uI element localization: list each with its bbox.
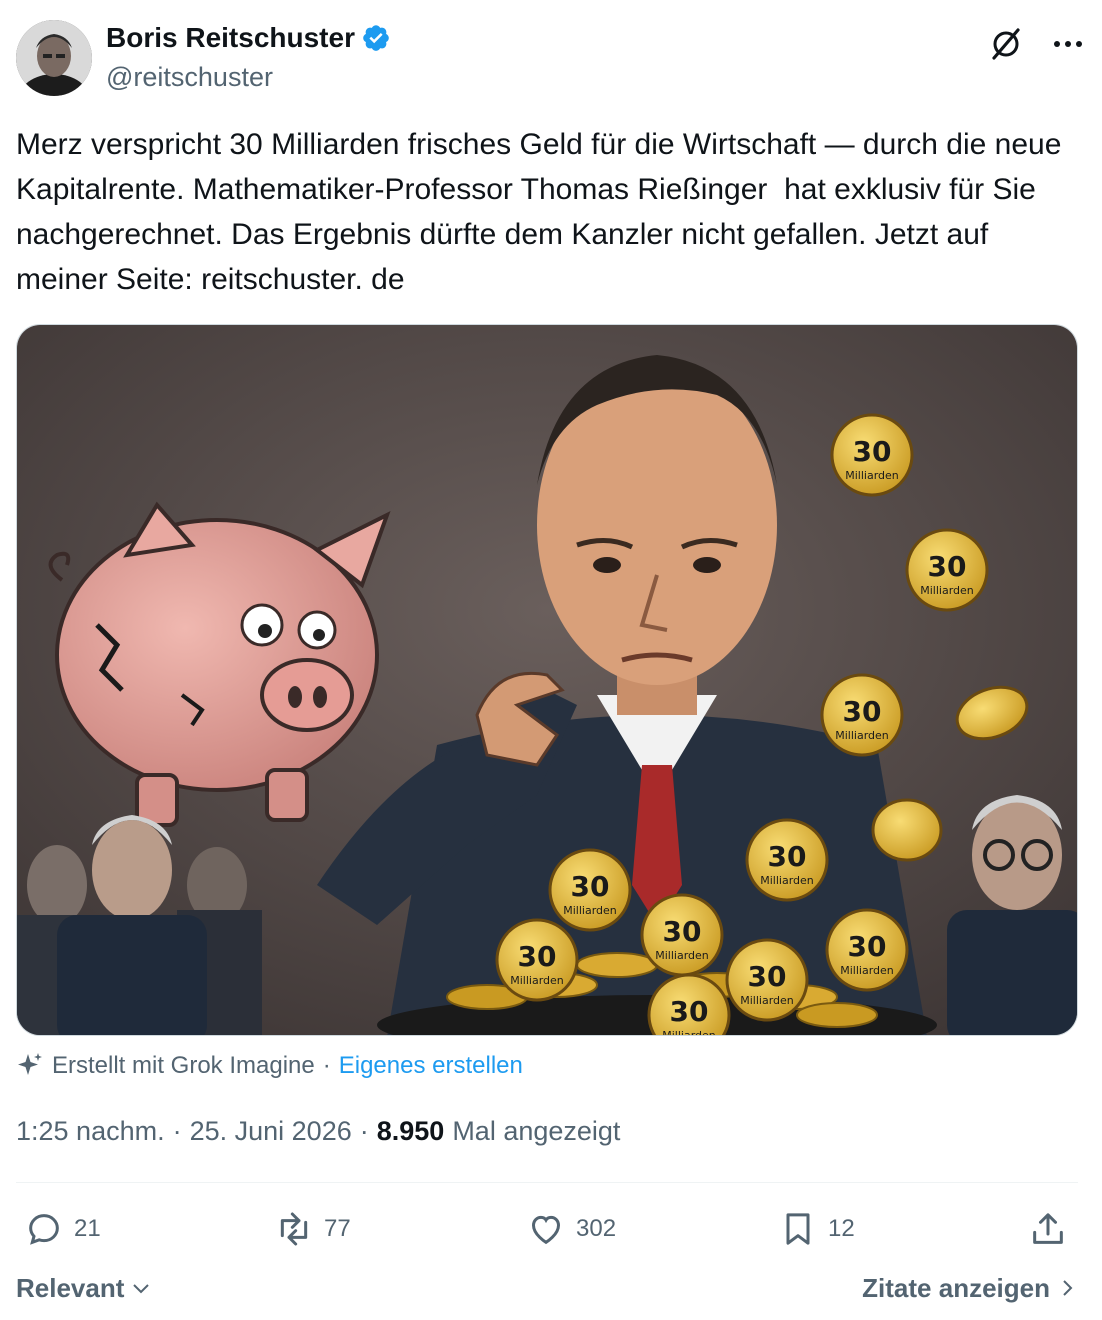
coin-30-milliarden: 30 Milliarden — [495, 918, 579, 1002]
views-count[interactable]: 8.950 — [377, 1116, 445, 1147]
author-handle[interactable]: @reitschuster — [106, 62, 273, 93]
tweet-text: Merz verspricht 30 Milliarden frisches G… — [16, 128, 1070, 296]
quotes-label: Zitate anzeigen — [862, 1272, 1050, 1303]
coin-30-milliarden: 30 Milliarden — [745, 818, 829, 902]
coin-label: Milliarden — [510, 974, 564, 987]
coin-number: 30 — [571, 870, 610, 903]
views-label[interactable]: Mal angezeigt — [452, 1116, 620, 1147]
grok-attribution-text: Erstellt mit Grok Imagine — [52, 1052, 315, 1079]
avatar[interactable] — [16, 20, 92, 96]
grok-attribution: Erstellt mit Grok Imagine · Eigenes erst… — [16, 1052, 523, 1080]
coin-30-milliarden: 30 Milliarden — [825, 908, 909, 992]
coin-30-milliarden: 30 Milliarden — [820, 673, 904, 757]
coin-label: Milliarden — [845, 469, 899, 482]
tweet-date[interactable]: 25. Juni 2026 — [190, 1116, 352, 1147]
coin-number: 30 — [748, 960, 787, 993]
like-icon — [531, 1215, 561, 1245]
verified-badge-icon — [363, 25, 389, 51]
tweet-time[interactable]: 1:25 nachm. — [16, 1116, 165, 1147]
chevron-right-icon — [1063, 1280, 1073, 1296]
share-button[interactable] — [1028, 1204, 1068, 1254]
grok-attribution-separator: · — [322, 1052, 331, 1079]
sort-label: Relevant — [16, 1272, 125, 1303]
coin-30-milliarden: 30 Milliarden — [640, 893, 724, 977]
sort-dropdown[interactable]: Relevant — [16, 1273, 152, 1304]
coin-30-milliarden: 30 Milliarden — [548, 848, 632, 932]
coin-number: 30 — [843, 695, 882, 728]
coin-label: Milliarden — [563, 904, 617, 917]
reply-count: 21 — [74, 1215, 101, 1242]
coin-number: 30 — [663, 915, 702, 948]
view-quotes-link[interactable]: Zitate anzeigen — [862, 1273, 1078, 1304]
more-icon[interactable] — [1050, 26, 1086, 62]
retweet-icon — [280, 1212, 308, 1246]
coin-label: Milliarden — [920, 584, 974, 597]
replies-footer: Relevant Zitate anzeigen — [16, 1266, 1078, 1310]
coin-label: Milliarden — [840, 964, 894, 977]
like-button[interactable]: 302 — [526, 1204, 616, 1254]
reply-button[interactable]: 21 — [24, 1204, 101, 1254]
reply-icon — [29, 1214, 59, 1245]
coin-number: 30 — [928, 550, 967, 583]
name-row: Boris Reitschuster — [106, 22, 391, 54]
coin-number: 30 — [518, 940, 557, 973]
divider — [16, 1182, 1078, 1183]
bookmark-button[interactable]: 12 — [778, 1204, 855, 1254]
coin-30-milliarden: 30 Milliarden — [830, 413, 914, 497]
chevron-down-icon — [133, 1284, 150, 1294]
grok-icon[interactable] — [986, 24, 1026, 64]
share-icon — [1033, 1213, 1063, 1244]
coin-number: 30 — [768, 840, 807, 873]
coin-label: Milliarden — [835, 729, 889, 742]
coin-label: Milliarden — [655, 949, 709, 962]
coin-label: Milliarden — [760, 874, 814, 887]
meta-separator: · — [172, 1116, 182, 1146]
retweet-button[interactable]: 77 — [274, 1204, 351, 1254]
coin-number: 30 — [848, 930, 887, 963]
coin-label: Milliarden — [662, 1029, 716, 1036]
create-own-link[interactable]: Eigenes erstellen — [339, 1052, 523, 1080]
coin-30-milliarden: 30 Milliarden — [905, 528, 989, 612]
retweet-count: 77 — [324, 1215, 351, 1242]
coin-label: Milliarden — [740, 994, 794, 1007]
bookmark-count: 12 — [828, 1215, 855, 1242]
author-name[interactable]: Boris Reitschuster — [106, 22, 355, 54]
coin-number: 30 — [670, 995, 709, 1028]
coin-number: 30 — [853, 435, 892, 468]
action-bar: 21 77 302 12 — [16, 1204, 1078, 1254]
coin-30-milliarden: 30 Milliarden — [725, 938, 809, 1022]
meta-separator: · — [359, 1116, 369, 1146]
tweet-header: Boris Reitschuster @reitschuster — [16, 20, 1086, 100]
tweet-media-image[interactable]: 30 Milliarden 30 Milliarden 30 Milliarde… — [16, 324, 1078, 1036]
bookmark-icon — [786, 1213, 810, 1245]
tweet-meta: 1:25 nachm. · 25. Juni 2026 · 8.950 Mal … — [16, 1116, 620, 1147]
like-count: 302 — [576, 1215, 617, 1242]
sparkle-icon — [18, 1053, 42, 1075]
